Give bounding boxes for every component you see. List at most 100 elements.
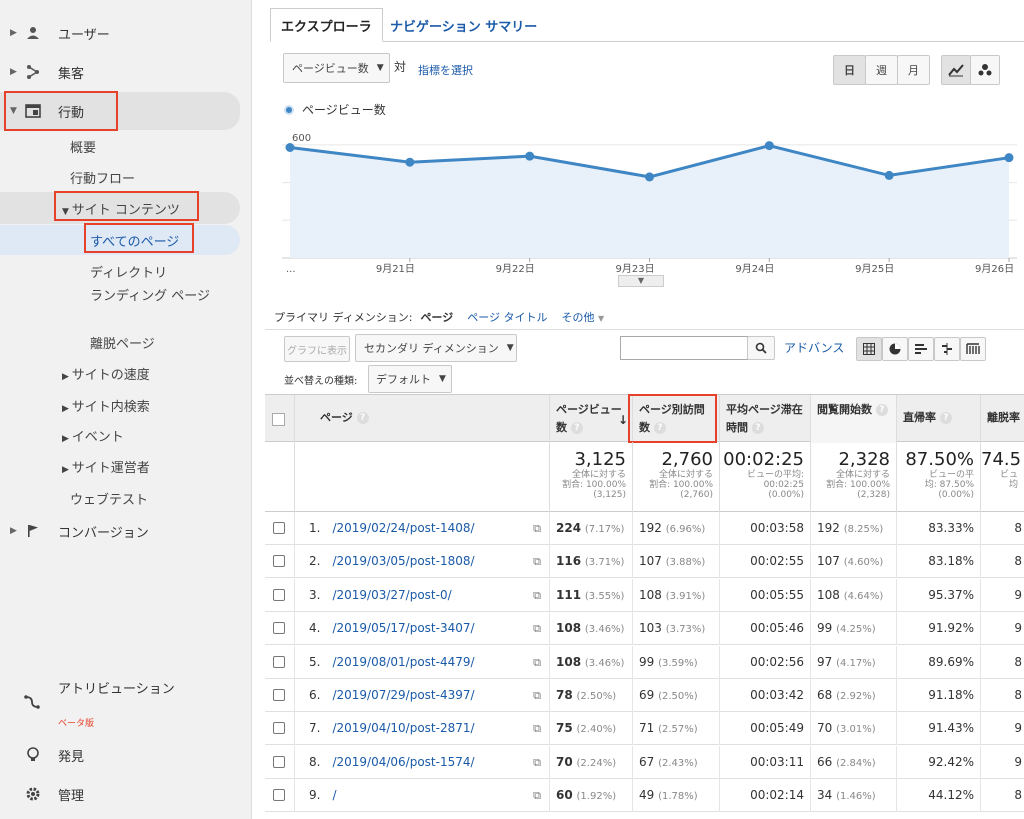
caret-right-icon: ▶ <box>62 372 72 382</box>
page-link[interactable]: /2019/04/06/post-1574/ <box>332 755 474 769</box>
open-page-icon[interactable]: ⧉ <box>533 545 541 578</box>
row-checkbox[interactable] <box>273 722 285 735</box>
sidebar-item-site-speed[interactable]: ▶ サイトの速度 <box>62 364 150 383</box>
search-button[interactable] <box>747 336 775 360</box>
line-chart-button[interactable] <box>941 55 971 85</box>
view-pivot-button[interactable] <box>960 337 986 361</box>
day-button[interactable]: 日 <box>833 55 866 85</box>
metric-select[interactable]: ページビュー数 ▼ <box>283 53 390 83</box>
entrances-cell: 107 (4.60%) <box>810 545 896 579</box>
x-tick-label: 9月21日 <box>376 263 415 275</box>
line-chart-icon <box>948 64 964 77</box>
sidebar-item-behavior-flow[interactable]: 行動フロー <box>70 168 135 187</box>
sidebar-item-discover[interactable]: 発見 <box>0 740 240 770</box>
sidebar-item-site-search[interactable]: ▶ サイト内検索 <box>62 396 150 415</box>
x-tick-label: 9月23日 <box>616 263 655 275</box>
page-cell: 6. /2019/07/29/post-4397/ ⧉ <box>294 679 549 712</box>
dimension-page-title[interactable]: ページ タイトル <box>467 309 547 325</box>
week-button[interactable]: 週 <box>865 55 898 85</box>
open-page-icon[interactable]: ⧉ <box>533 612 541 645</box>
col-entrances[interactable]: 閲覧開始数 ? <box>810 395 896 443</box>
sidebar-item-exit-pages[interactable]: 離脱ページ <box>90 333 155 352</box>
tab-explorer[interactable]: エクスプローラ <box>270 8 383 42</box>
row-checkbox[interactable] <box>273 689 285 701</box>
tab-navigation-summary[interactable]: ナビゲーション サマリー <box>380 8 547 42</box>
table-search-input[interactable] <box>620 336 748 360</box>
dimension-page[interactable]: ページ <box>420 309 453 325</box>
open-page-icon[interactable]: ⧉ <box>533 579 541 612</box>
page-link[interactable]: /2019/05/17/post-3407/ <box>332 621 474 635</box>
sidebar-item-conversions[interactable]: ▶ コンバージョン <box>0 516 240 546</box>
sort-type-select[interactable]: デフォルト ▼ <box>368 365 452 393</box>
open-page-icon[interactable]: ⧉ <box>533 746 541 779</box>
secondary-dimension-select[interactable]: セカンダリ ディメンション ▼ <box>355 334 517 362</box>
view-comparison-button[interactable] <box>934 337 960 361</box>
month-button[interactable]: 月 <box>897 55 930 85</box>
total-value: 3,125 <box>574 449 626 470</box>
sidebar-item-behavior[interactable]: ▼ 行動 <box>0 96 240 126</box>
col-avg-time[interactable]: 平均ページ滞在時間 ? <box>719 395 810 443</box>
total-caption: ビュ <box>999 470 1018 480</box>
advanced-filter-link[interactable]: アドバンス <box>784 339 844 356</box>
x-tick-label: 9月22日 <box>496 263 535 275</box>
sidebar-item-acquisition[interactable]: ▶ 集客 <box>0 57 240 87</box>
sidebar-item-label: 管理 <box>58 788 85 804</box>
percent: (2.50%) <box>658 691 698 702</box>
open-page-icon[interactable]: ⧉ <box>533 779 541 812</box>
page-link[interactable]: /2019/02/24/post-1408/ <box>332 521 474 535</box>
pageviews-cell: 111 (3.55%) <box>549 578 632 612</box>
view-pie-button[interactable] <box>882 337 908 361</box>
open-page-icon[interactable]: ⧉ <box>533 679 541 712</box>
value: 192 <box>817 521 840 535</box>
totals-label-cell <box>294 442 549 512</box>
row-checkbox[interactable] <box>273 622 285 635</box>
open-page-icon[interactable]: ⧉ <box>533 712 541 745</box>
page-link[interactable]: / <box>332 788 336 802</box>
dimension-other[interactable]: その他 ▼ <box>562 309 605 325</box>
vs-label: 対 <box>394 60 407 74</box>
row-checkbox[interactable] <box>273 755 285 768</box>
row-checkbox[interactable] <box>273 789 285 802</box>
sidebar-item-events[interactable]: ▶ イベント <box>62 426 124 445</box>
row-checkbox[interactable] <box>273 655 285 668</box>
page-link[interactable]: /2019/07/29/post-4397/ <box>332 688 474 702</box>
page-link[interactable]: /2019/03/27/post-0/ <box>332 588 451 602</box>
sidebar-item-publisher[interactable]: ▶ サイト運営者 <box>62 457 150 476</box>
page-cell: 7. /2019/04/10/post-2871/ ⧉ <box>294 712 549 746</box>
sidebar-item-overview[interactable]: 概要 <box>70 137 96 156</box>
total-caption: ビューの平 <box>928 470 974 480</box>
chart-collapse-handle[interactable]: ▼ <box>618 275 664 287</box>
open-page-icon[interactable]: ⧉ <box>533 646 541 679</box>
sidebar-item-directory[interactable]: ディレクトリ <box>90 262 167 281</box>
row-checkbox[interactable] <box>273 588 285 601</box>
col-exit-rate[interactable]: 離脱率 <box>980 395 1024 443</box>
value: 70 <box>556 754 573 769</box>
sidebar-item-site-content[interactable]: ▼ サイト コンテンツ <box>62 199 180 218</box>
total-caption: 割合: 100.00% <box>562 480 626 490</box>
row-checkbox[interactable] <box>273 555 285 568</box>
col-bounce-rate[interactable]: 直帰率 ? <box>896 395 980 443</box>
page-link[interactable]: /2019/03/05/post-1808/ <box>332 554 474 568</box>
page-link[interactable]: /2019/08/01/post-4479/ <box>332 655 474 669</box>
view-table-button[interactable] <box>856 337 882 361</box>
motion-chart-button[interactable] <box>970 55 1000 85</box>
sidebar-item-admin[interactable]: 管理 <box>0 779 240 809</box>
row-checkbox[interactable] <box>273 522 285 534</box>
page-link[interactable]: /2019/04/10/post-2871/ <box>332 721 474 735</box>
select-all-checkbox[interactable] <box>272 413 285 426</box>
sidebar-item-landing-pages[interactable]: ランディング ページ <box>90 287 210 307</box>
view-performance-button[interactable] <box>908 337 934 361</box>
plot-rows-button[interactable]: グラフに表示 <box>284 336 350 362</box>
sidebar-item-users[interactable]: ▶ ユーザー <box>0 18 240 48</box>
sidebar-item-experiments[interactable]: ウェブテスト <box>70 489 148 508</box>
sidebar-item-attribution[interactable]: アトリビューション ベータ版 <box>0 676 240 729</box>
person-icon <box>24 24 42 42</box>
select-metric-link[interactable]: 指標を選択 <box>418 62 473 78</box>
col-page[interactable]: ページ ? <box>294 395 549 443</box>
total-caption: ビューの平均: <box>746 470 804 480</box>
flag-icon <box>24 522 42 540</box>
sidebar-item-all-pages[interactable]: すべてのページ <box>90 231 179 250</box>
open-page-icon[interactable]: ⧉ <box>533 512 541 545</box>
total-caption: 全体に対する <box>571 470 626 480</box>
col-pageviews[interactable]: ページビュー数 ? ↓ <box>549 395 632 443</box>
